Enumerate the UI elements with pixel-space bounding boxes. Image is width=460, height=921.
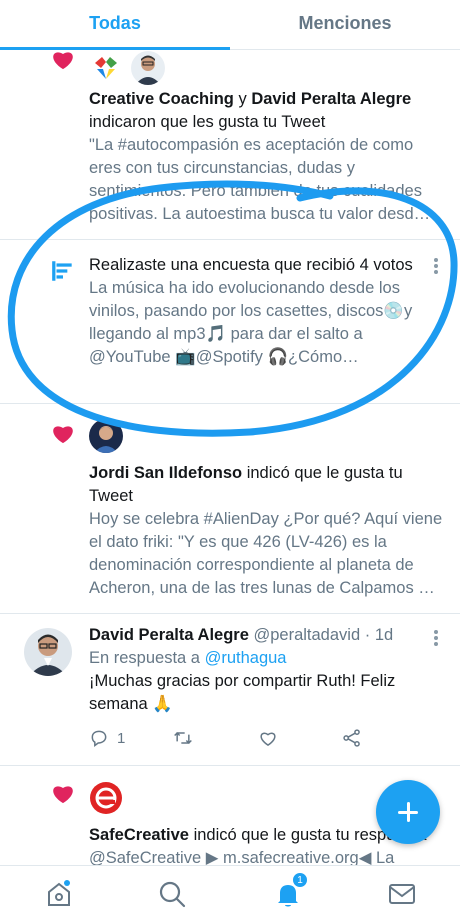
compose-button[interactable] xyxy=(376,780,440,844)
nav-messages[interactable] xyxy=(386,878,418,910)
nav-home[interactable] xyxy=(43,878,75,910)
tweet-snippet: "La #autocompasión es aceptación de como… xyxy=(89,136,431,223)
notification-poll[interactable]: Realizaste una encuesta que recibió 4 vo… xyxy=(0,240,460,404)
notification-tabs: Todas Menciones xyxy=(0,0,460,50)
actor-name[interactable]: SafeCreative xyxy=(89,826,189,844)
tweet-snippet: Hoy se celebra #AlienDay ¿Por qué? Aquí … xyxy=(89,510,443,597)
more-icon[interactable] xyxy=(428,628,444,648)
avatar-safecreative[interactable] xyxy=(89,781,123,815)
like-actors: Jordi San Ildefonso indicó que le gusta … xyxy=(89,464,403,505)
share-button[interactable] xyxy=(342,728,426,748)
heart-icon xyxy=(53,786,73,804)
tweet-actions: 1 xyxy=(89,728,426,748)
more-icon[interactable] xyxy=(428,256,444,276)
like-button[interactable] xyxy=(258,728,342,748)
reply-count: 1 xyxy=(117,729,126,747)
like-icon xyxy=(260,732,275,746)
tweet-time: 1d xyxy=(374,626,394,644)
search-icon xyxy=(159,881,186,908)
actor-avatars xyxy=(89,50,444,86)
avatar-jordi[interactable] xyxy=(89,419,123,453)
retweet-button[interactable] xyxy=(173,728,257,748)
avatar-creative-coaching[interactable] xyxy=(89,51,123,85)
heart-icon xyxy=(53,426,73,444)
poll-text: Realizaste una encuesta que recibió 4 vo… xyxy=(89,256,413,274)
actor-name[interactable]: Creative Coaching xyxy=(89,90,234,108)
bottom-navigation: 1 xyxy=(0,865,460,921)
tweet-snippet: La música ha ido evolucionando desde los… xyxy=(89,279,413,366)
like-action: indicaron que les gusta tu Tweet xyxy=(89,113,326,131)
tab-mentions[interactable]: Menciones xyxy=(230,0,460,50)
avatar-david[interactable] xyxy=(131,51,165,85)
author-handle[interactable]: @peraltadavid xyxy=(253,626,360,644)
tab-all[interactable]: Todas xyxy=(0,0,230,50)
notification-like[interactable]: Creative Coaching y David Peralta Alegre… xyxy=(0,50,460,240)
notifications-feed: Creative Coaching y David Peralta Alegre… xyxy=(0,50,460,865)
actor-name[interactable]: Jordi San Ildefonso xyxy=(89,464,242,482)
retweet-icon xyxy=(174,731,193,745)
mail-icon xyxy=(389,884,415,904)
reply-context: En respuesta a @ruthagua xyxy=(89,649,287,667)
heart-icon xyxy=(53,52,73,70)
reply-button[interactable]: 1 xyxy=(89,728,173,748)
share-icon xyxy=(343,729,360,747)
tweet-reply[interactable]: David Peralta Alegre @peraltadavid · 1d … xyxy=(0,614,460,766)
tweet-header: David Peralta Alegre @peraltadavid · 1d xyxy=(89,626,394,644)
reply-mention[interactable]: @ruthagua xyxy=(205,649,287,667)
actor-avatars xyxy=(89,418,444,454)
actor-name[interactable]: David Peralta Alegre xyxy=(251,90,411,108)
nav-search[interactable] xyxy=(156,878,188,910)
tweet-snippet: @SafeCreative ▶ m.safecreative.org◀ La xyxy=(89,849,395,865)
like-actors: Creative Coaching y David Peralta Alegre xyxy=(89,90,412,108)
reply-icon xyxy=(91,730,107,747)
nav-notifications[interactable]: 1 xyxy=(272,872,308,910)
author-name[interactable]: David Peralta Alegre xyxy=(89,626,249,644)
notification-like[interactable]: Jordi San Ildefonso indicó que le gusta … xyxy=(0,404,460,614)
home-icon xyxy=(48,880,70,906)
tweet-text: ¡Muchas gracias por compartir Ruth! Feli… xyxy=(89,672,396,713)
notifications-badge: 1 xyxy=(292,872,308,888)
poll-icon xyxy=(52,261,72,281)
avatar-david[interactable] xyxy=(24,628,72,676)
